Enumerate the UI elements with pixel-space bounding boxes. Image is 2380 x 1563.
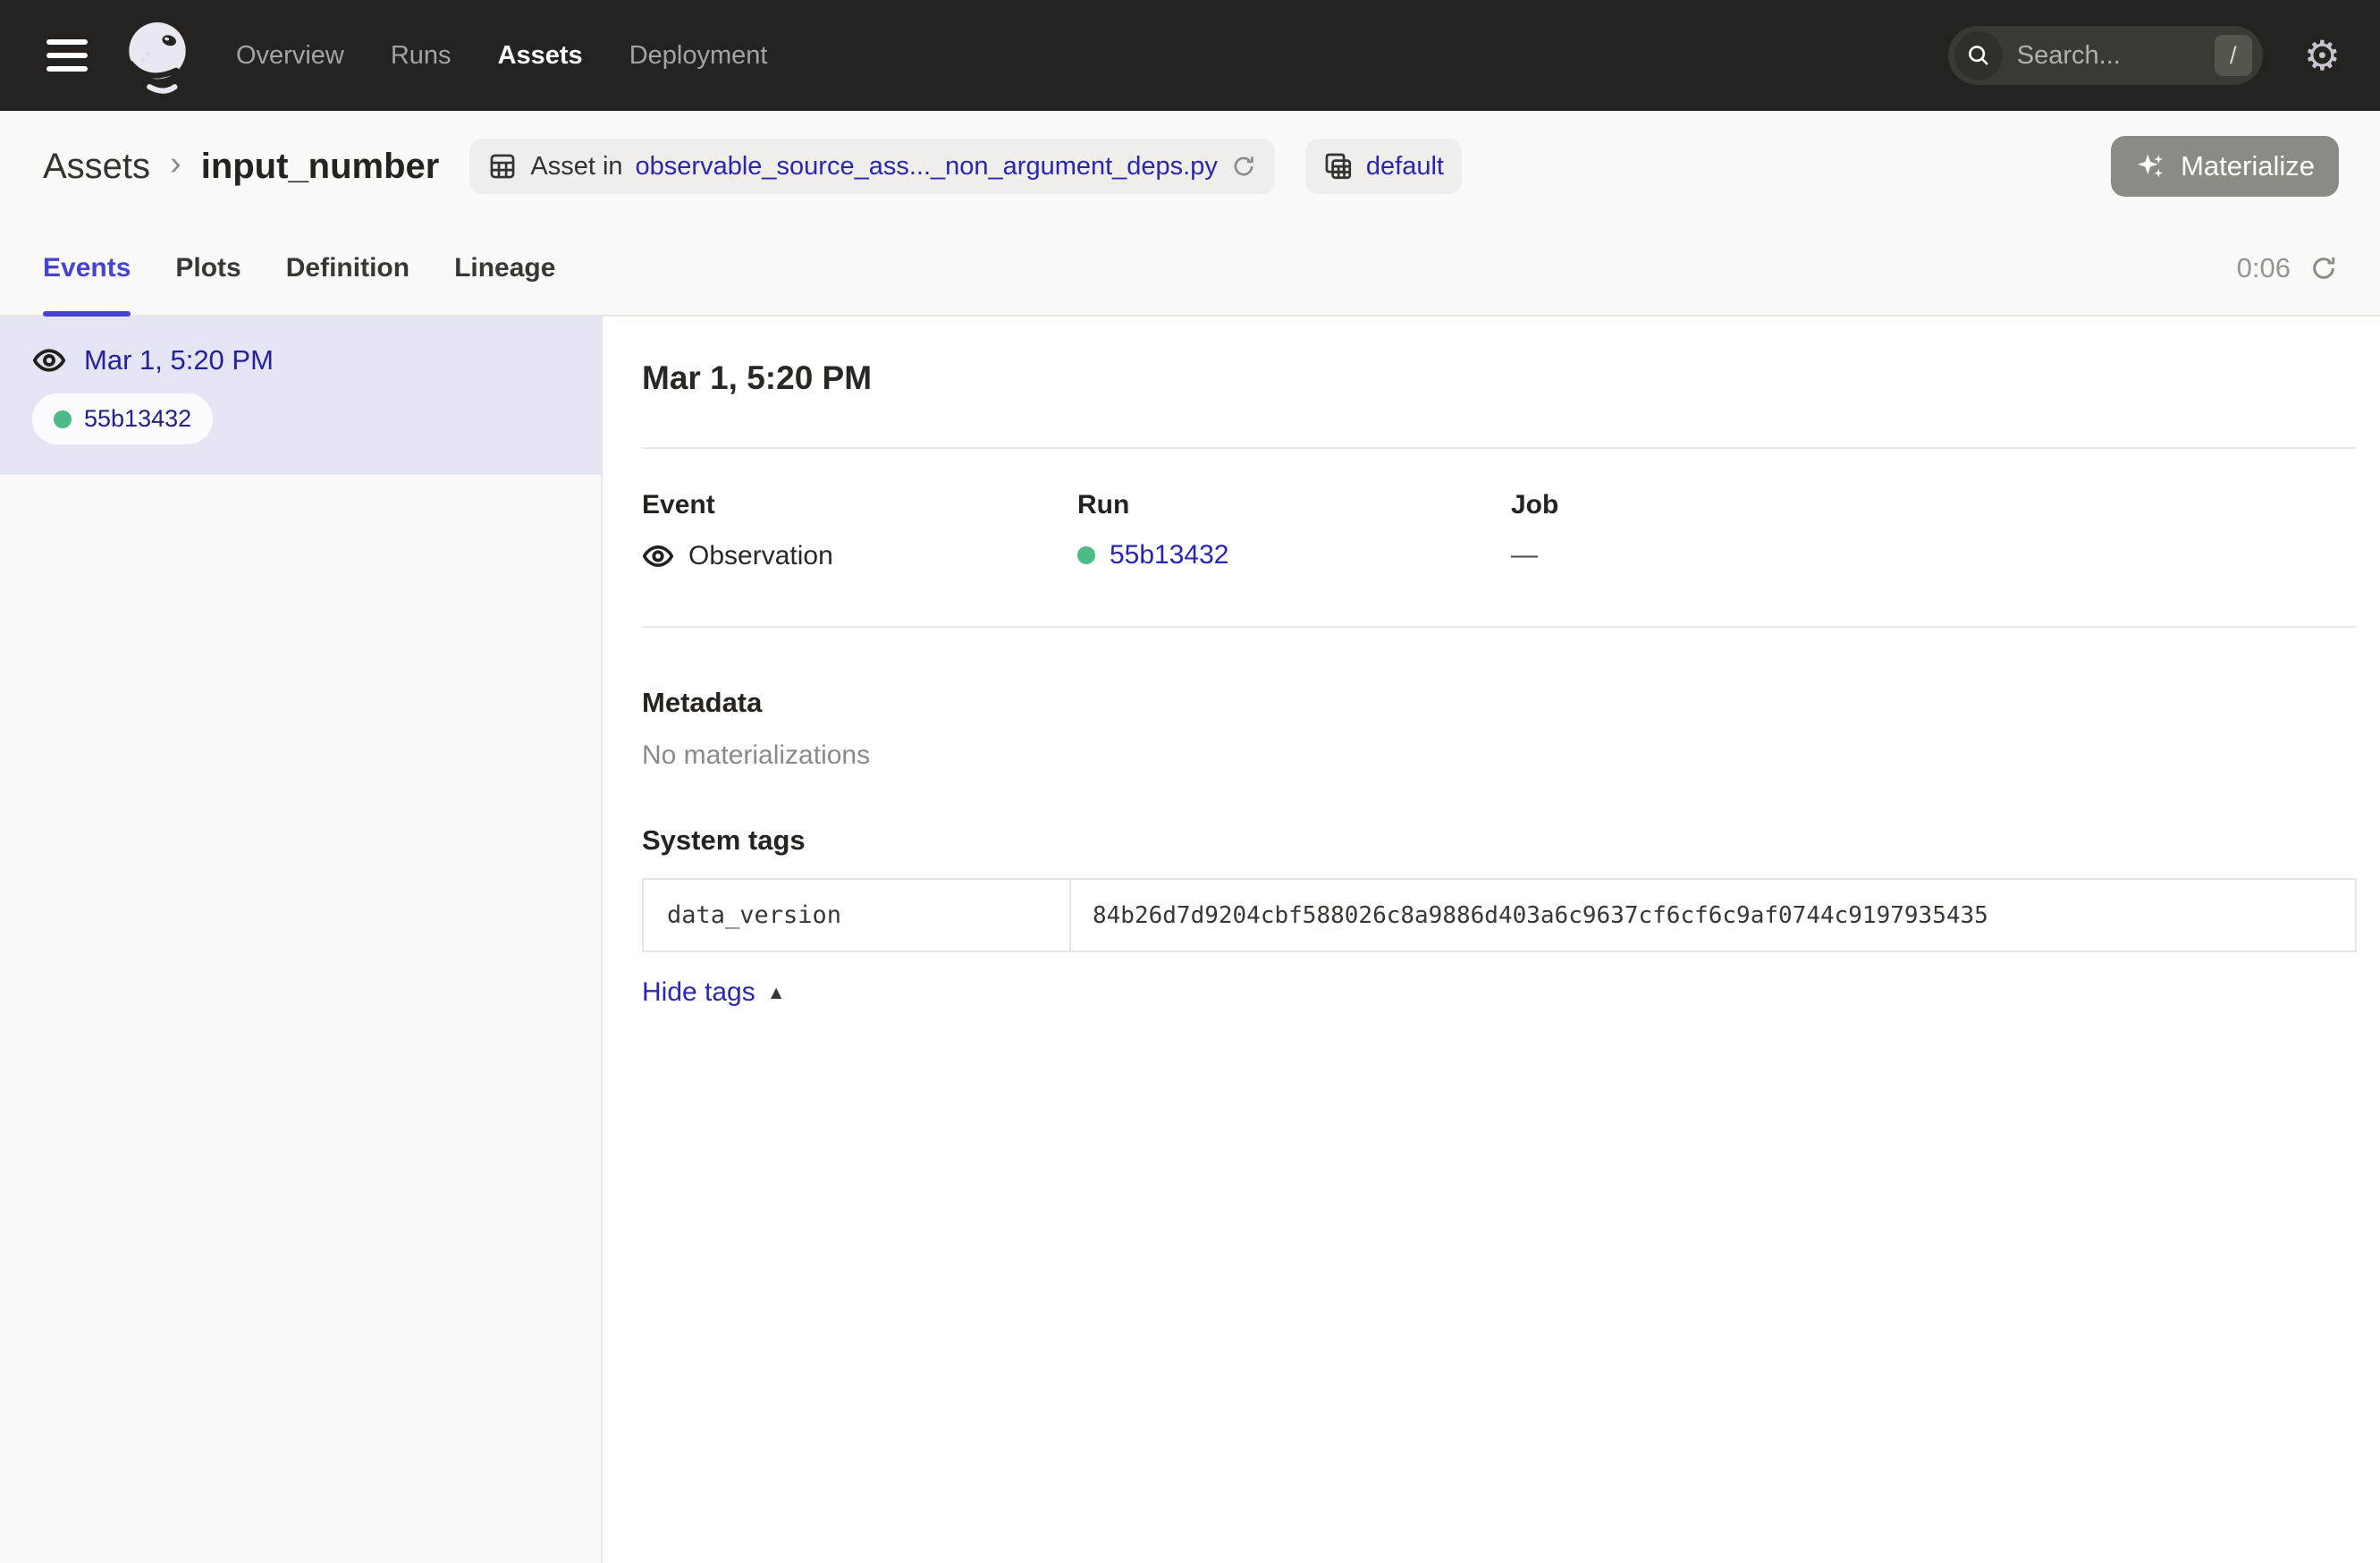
reload-definitions-icon[interactable] [1230,153,1257,180]
nav-item-assets[interactable]: Assets [498,41,583,71]
hide-tags-link[interactable]: Hide tags ▲ [642,977,786,1008]
nav-item-deployment[interactable]: Deployment [629,41,768,71]
run-id-link[interactable]: 55b13432 [1110,540,1228,570]
materialize-button[interactable]: Materialize [2111,136,2339,197]
asset-definition-file-link[interactable]: observable_source_ass..._non_argument_de… [636,152,1218,182]
asset-group-link[interactable]: default [1366,152,1444,182]
asset-location-chip[interactable]: Asset in observable_source_ass..._non_ar… [469,139,1275,194]
system-tags-heading: System tags [642,824,2357,857]
dagster-logo-icon[interactable] [118,16,197,95]
divider [642,626,2357,628]
run-column-header: Run [1077,490,1511,520]
global-search[interactable]: / [1948,26,2263,85]
top-navigation-bar: Overview Runs Assets Deployment / ⚙ [0,0,2380,111]
menu-icon[interactable] [41,34,93,77]
tag-value-cell: 84b26d7d9204cbf588026c8a9886d403a6c9637c… [1071,880,2355,950]
event-detail-panel: Mar 1, 5:20 PM Event Observation Run [603,317,2380,1563]
event-timestamp: Mar 1, 5:20 PM [84,344,274,376]
run-id-badge[interactable]: 55b13432 [32,393,213,444]
tab-plots[interactable]: Plots [175,222,241,315]
asset-group-icon [1323,151,1354,182]
nav-item-overview[interactable]: Overview [236,41,344,71]
event-summary-columns: Event Observation Run 55b13432 [642,490,2357,572]
sparkle-icon [2135,150,2167,182]
events-page: Mar 1, 5:20 PM 55b13432 Mar 1, 5:20 PM E… [0,317,2380,1563]
divider [642,447,2357,449]
settings-gear-icon[interactable]: ⚙ [2304,35,2341,76]
asset-location-prefix: Asset in [530,152,622,182]
breadcrumb-assets-link[interactable]: Assets [43,147,150,187]
run-status-dot [1077,546,1095,564]
asset-name: input_number [201,147,440,187]
run-status-dot [54,410,72,428]
breadcrumb-separator-icon: › [170,145,181,189]
asset-grid-icon [487,151,518,182]
tab-events[interactable]: Events [43,222,131,315]
tag-key-cell: data_version [644,880,1071,950]
event-list-sidebar: Mar 1, 5:20 PM 55b13432 [0,317,603,1563]
asset-tabs: Events Plots Definition Lineage 0:06 [0,222,2380,317]
event-detail-title: Mar 1, 5:20 PM [642,359,2357,397]
metadata-heading: Metadata [642,687,2357,719]
search-icon [1954,31,2003,80]
event-list-item-selected[interactable]: Mar 1, 5:20 PM 55b13432 [0,317,601,475]
metadata-empty-text: No materializations [642,740,2357,771]
search-shortcut-key: / [2215,35,2252,76]
materialize-label: Materialize [2181,150,2315,182]
event-type-value: Observation [688,541,833,571]
system-tags-table: data_version 84b26d7d9204cbf588026c8a988… [642,878,2357,952]
job-empty-value: — [1511,540,1538,570]
hide-tags-label: Hide tags [642,977,755,1008]
auto-refresh: 0:06 [2237,222,2339,315]
nav-item-runs[interactable]: Runs [391,41,452,71]
refresh-countdown: 0:06 [2237,252,2291,284]
asset-header: Assets › input_number Asset in observabl… [0,111,2380,317]
primary-nav: Overview Runs Assets Deployment [236,41,767,71]
tab-lineage[interactable]: Lineage [454,222,555,315]
event-column-header: Event [642,490,1077,520]
observation-eye-icon [642,540,674,572]
run-id-label: 55b13432 [84,405,191,433]
breadcrumb: Assets › input_number Asset in observabl… [0,111,2380,222]
search-input[interactable] [2003,41,2215,71]
observation-eye-icon [32,343,66,377]
tab-definition[interactable]: Definition [286,222,409,315]
caret-up-icon: ▲ [767,981,786,1004]
asset-group-chip[interactable]: default [1305,139,1462,194]
job-column-header: Job [1511,490,2357,520]
refresh-icon[interactable] [2308,253,2339,283]
